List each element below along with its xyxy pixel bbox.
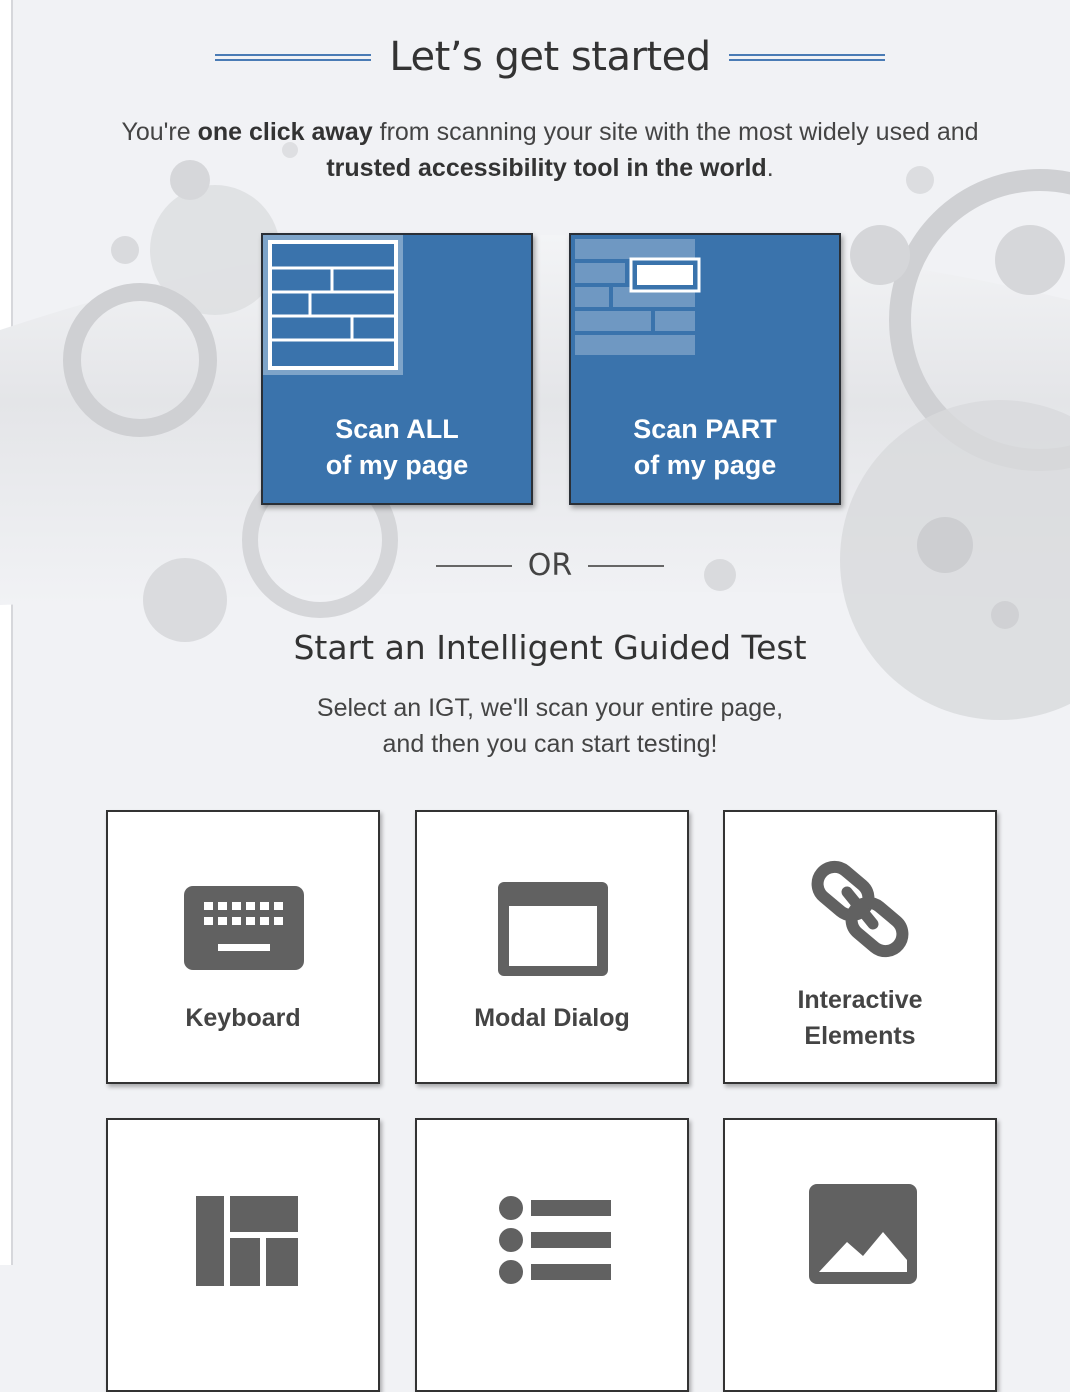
image-icon xyxy=(809,1184,917,1284)
scan-part-label: Scan PART of my page xyxy=(571,411,839,483)
intro-part-2: from scanning your site with the most wi… xyxy=(372,118,979,146)
igt-tile-modal-dialog[interactable]: Modal Dialog xyxy=(415,810,689,1084)
tile-label: Interactive Elements xyxy=(725,982,995,1054)
heading-rule-left xyxy=(215,53,372,61)
table-layout-icon xyxy=(196,1196,298,1286)
scan-all-label-line-2: of my page xyxy=(325,450,469,480)
tile-label: Modal Dialog xyxy=(417,1000,687,1036)
intro-part-1: You're xyxy=(121,118,198,146)
bulleted-list-icon xyxy=(499,1196,611,1284)
intro-part-3: . xyxy=(766,154,774,182)
intro-text: You're one click away from scanning your… xyxy=(90,114,1010,186)
scan-part-label-line-2: of my page xyxy=(633,450,777,480)
igt-tile-list[interactable] xyxy=(415,1118,689,1392)
intro-bold-1: one click away xyxy=(197,118,373,146)
or-divider: OR xyxy=(0,548,1070,583)
scan-all-label: Scan ALL of my page xyxy=(263,411,531,483)
or-text: OR xyxy=(527,548,573,583)
partial-page-wireframe-icon xyxy=(575,239,701,355)
scan-all-label-line-1: Scan ALL xyxy=(335,414,459,444)
scan-part-button[interactable]: Scan PART of my page xyxy=(569,233,841,505)
tile-label: Keyboard xyxy=(108,1000,378,1036)
igt-subtitle-line-1: Select an IGT, we'll scan your entire pa… xyxy=(316,694,784,722)
link-chain-icon xyxy=(811,860,909,958)
heading-rule-right xyxy=(728,53,885,61)
igt-title: Start an Intelligent Guided Test xyxy=(293,628,807,667)
heading: Let’s get started xyxy=(0,34,1070,80)
igt-tile-image[interactable] xyxy=(723,1118,997,1392)
keyboard-icon xyxy=(184,886,304,970)
modal-dialog-icon xyxy=(498,882,608,976)
tile-label-interactive-line-1: Interactive xyxy=(797,986,923,1014)
tile-label-interactive-line-2: Elements xyxy=(804,1022,916,1050)
or-rule-left xyxy=(435,564,512,567)
scan-part-label-line-1: Scan PART xyxy=(633,414,777,444)
igt-tile-keyboard[interactable]: Keyboard xyxy=(106,810,380,1084)
scan-all-button[interactable]: Scan ALL of my page xyxy=(261,233,533,505)
page-title: Let’s get started xyxy=(389,34,711,80)
igt-tile-interactive-elements[interactable]: Interactive Elements xyxy=(723,810,997,1084)
tile-label-modal-dialog: Modal Dialog xyxy=(474,1004,630,1032)
intro-bold-2: trusted accessibility tool in the world xyxy=(326,154,767,182)
igt-tile-table[interactable] xyxy=(106,1118,380,1392)
or-rule-right xyxy=(588,564,665,567)
full-page-wireframe-icon xyxy=(263,235,403,375)
tile-label-keyboard: Keyboard xyxy=(185,1004,301,1032)
igt-subtitle: Select an IGT, we'll scan your entire pa… xyxy=(0,690,1070,762)
igt-subtitle-line-2: and then you can start testing! xyxy=(382,730,718,758)
